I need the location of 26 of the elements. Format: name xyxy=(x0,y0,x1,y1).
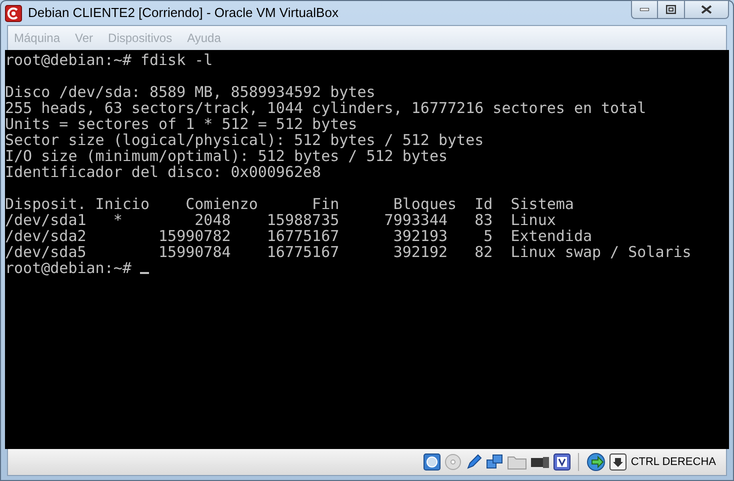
host-key-label: CTRL DERECHA xyxy=(630,454,716,470)
minimize-button[interactable] xyxy=(631,0,658,19)
terminal-line: Identificador del disco: 0x000962e8 xyxy=(5,164,322,180)
maximize-icon xyxy=(666,5,676,14)
close-icon xyxy=(701,5,712,14)
pen-icon[interactable] xyxy=(464,453,483,471)
chip-icon[interactable] xyxy=(552,453,571,471)
minimize-icon xyxy=(640,8,649,11)
terminal-line: Units = sectores of 1 * 512 = 512 bytes xyxy=(5,116,358,132)
terminal-line: I/O size (minimum/optimal): 512 bytes / 512 bytes xyxy=(5,148,448,164)
terminal-line: /dev/sda1 * 2048 15988735 7993344 83 Linux xyxy=(5,212,556,228)
window-title: Debian CLIENTE2 [Corriendo] - Oracle VM VirtualBox xyxy=(28,4,338,22)
terminal-line: root@debian:~# xyxy=(5,260,132,276)
terminal-line: root@debian:~# fdisk -l xyxy=(5,52,213,68)
close-button[interactable] xyxy=(684,0,729,19)
network-icon[interactable] xyxy=(486,453,504,471)
terminal-line: /dev/sda5 15990784 16775167 392192 82 Linux swap / Solaris xyxy=(5,244,692,260)
app-logo-icon xyxy=(5,4,22,22)
terminal-line: Sector size (logical/physical): 512 bytes / 512 bytes xyxy=(5,132,484,148)
down-arrow-key-icon xyxy=(608,453,627,471)
terminal-line: Disco /dev/sda: 8589 MB, 8589934592 bytes xyxy=(5,84,376,100)
terminal-screen[interactable] xyxy=(5,50,729,449)
terminal-line: 255 heads, 63 sectors/track, 1044 cylinders, 16777216 sectores en total xyxy=(5,100,646,116)
terminal-line: /dev/sda2 15990782 16775167 392193 5 Extendida xyxy=(5,228,592,244)
maximize-button[interactable] xyxy=(658,0,684,19)
terminal-line: Disposit. Inicio Comienzo Fin Bloques Id Sistema xyxy=(5,196,574,212)
